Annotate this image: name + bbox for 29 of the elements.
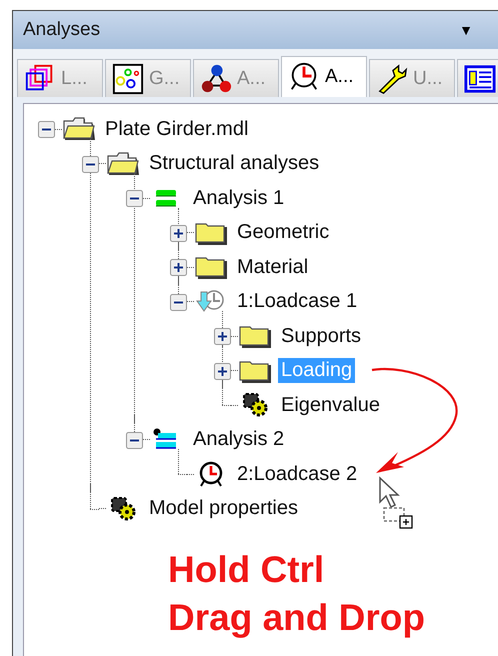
molecule-icon — [200, 62, 232, 94]
tree-item[interactable]: 1:Loadcase 1 — [234, 289, 360, 314]
tree-item[interactable]: Plate Girder.mdl — [102, 116, 252, 142]
collapse-toggle[interactable] — [82, 156, 99, 173]
tree-item[interactable]: Material — [234, 254, 312, 280]
expand-toggle[interactable] — [170, 259, 187, 276]
tab[interactable]: A... — [281, 56, 367, 97]
document-icon — [464, 62, 496, 94]
tree-item[interactable]: Geometric — [234, 220, 332, 246]
tree-item[interactable]: 2:Loadcase 2 — [234, 462, 360, 487]
wrench-icon — [376, 62, 408, 94]
annotation-text: Hold Ctrl — [168, 548, 326, 592]
circles-icon — [112, 62, 144, 94]
expand-toggle[interactable] — [214, 362, 231, 380]
tree-item[interactable]: Eigenvalue — [278, 392, 383, 418]
tree-item[interactable]: Structural analyses — [146, 151, 322, 176]
tree-item[interactable]: Model properties — [146, 496, 301, 522]
dropdown-button[interactable]: ▼ — [459, 22, 473, 38]
collapse-toggle[interactable] — [126, 190, 143, 208]
collapse-toggle[interactable] — [126, 432, 143, 449]
expand-toggle[interactable] — [170, 224, 187, 242]
collapse-toggle[interactable] — [38, 121, 55, 138]
annotation-text: Drag and Drop — [168, 596, 426, 640]
tree-item[interactable]: Analysis 1 — [190, 186, 288, 211]
panel-title: Analyses — [23, 19, 100, 41]
tree-item[interactable]: Supports — [278, 324, 364, 349]
collapse-toggle[interactable] — [170, 294, 187, 311]
tree-item[interactable]: Analysis 2 — [190, 427, 288, 452]
expand-toggle[interactable] — [214, 328, 231, 346]
